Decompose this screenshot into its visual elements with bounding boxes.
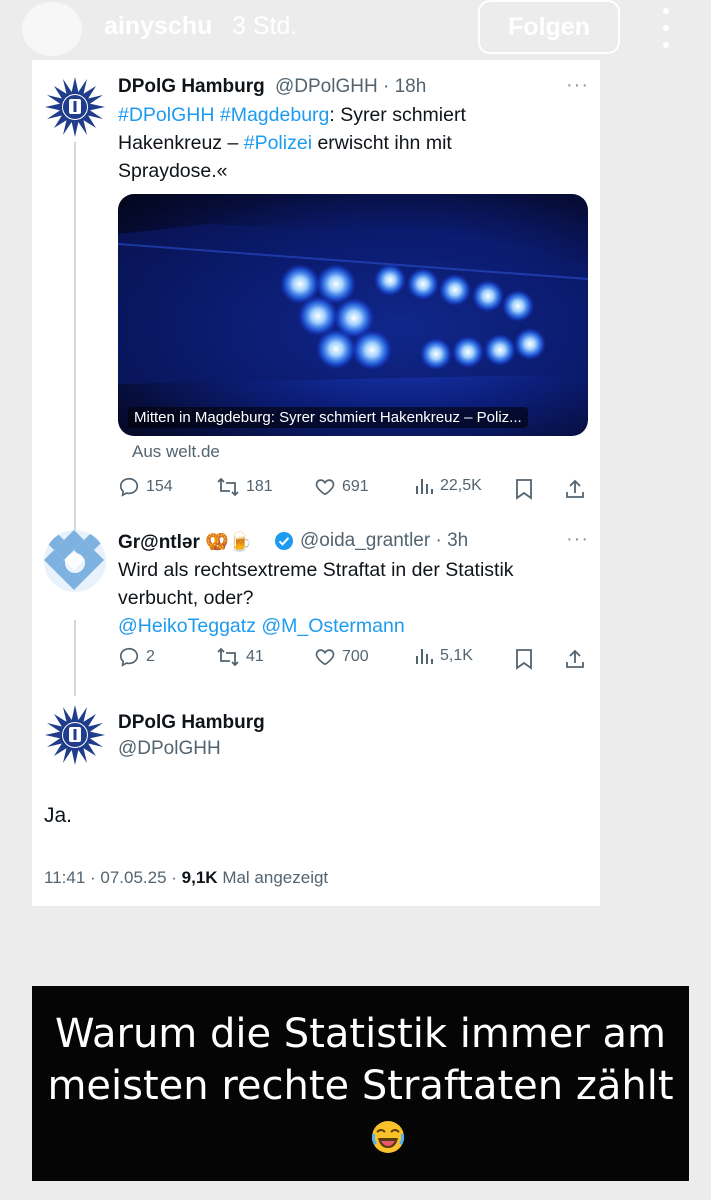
reply-button[interactable]: 154 (118, 476, 173, 498)
tweet2-mentions[interactable]: @HeikoTeggatz @M_Ostermann (118, 612, 588, 640)
like-icon (315, 479, 335, 496)
story-time: 3 Std. (232, 12, 298, 40)
hashtag-dpolghh[interactable]: #DPolGHH (118, 104, 214, 126)
like-icon (315, 649, 335, 666)
story-caption: Warum die Statistik immer am meisten rec… (32, 1008, 689, 1112)
views-count: 5,1K (440, 647, 473, 664)
like-count: 691 (342, 478, 369, 495)
tweet2-actions: 2 41 700 5,1K (118, 646, 588, 674)
tweet2-text: Wird als rechtsextreme Straftat in der S… (118, 556, 588, 640)
tweet1-name[interactable]: DPolG Hamburg (118, 76, 265, 98)
tweet3-timestamp[interactable]: 11:41 · 07.05.25 · (44, 868, 182, 887)
more-horizontal-icon[interactable]: ··· (566, 74, 589, 97)
bookmark-icon[interactable] (514, 648, 534, 670)
story-caption-box: Warum die Statistik immer am meisten rec… (32, 986, 689, 1181)
caption-line: meisten rechte Straftaten zählt (47, 1063, 674, 1109)
link-preview-image[interactable]: Mitten in Magdeburg: Syrer schmiert Hake… (118, 194, 588, 436)
story-header: ainyschu 3 Std. Folgen (0, 0, 711, 60)
share-icon[interactable] (564, 478, 586, 500)
tweet3-text: Ja. (44, 804, 73, 827)
follow-button[interactable]: Folgen (478, 0, 620, 54)
tweet1-actions: 154 181 691 22,5K (118, 476, 588, 504)
verified-icon (275, 532, 293, 550)
hashtag-magdeburg[interactable]: #Magdeburg (220, 104, 330, 126)
tweet1-text-part: erwischt ihn mit (312, 132, 452, 154)
views-icon (416, 479, 433, 494)
retweet-button[interactable]: 41 (216, 646, 264, 668)
thread-line (74, 620, 76, 696)
views-button[interactable]: 22,5K (414, 476, 482, 496)
like-button[interactable]: 691 (314, 476, 369, 498)
dpolg-avatar[interactable] (44, 76, 106, 138)
views-button[interactable]: 5,1K (414, 646, 473, 666)
tweet-thread-card: DPolG Hamburg @DPolGHH · 18h ··· #DPolGH… (32, 60, 600, 906)
tweet3-view-count: 9,1K (181, 868, 218, 887)
tweet1-text: #DPolGHH #Magdeburg: Syrer schmiert Hake… (118, 101, 588, 185)
tweet1-handle[interactable]: @DPolGHH · 18h (275, 76, 426, 98)
retweet-button[interactable]: 181 (216, 476, 273, 498)
tweet2-handle[interactable]: @oida_grantler · 3h (300, 530, 468, 552)
more-horizontal-icon[interactable]: ··· (566, 528, 589, 551)
story-username[interactable]: ainyschu (104, 12, 212, 41)
caption-line: Warum die Statistik immer am (55, 1011, 666, 1057)
views-count: 22,5K (440, 477, 482, 494)
tweet3-views-label: Mal angezeigt (217, 868, 329, 887)
thread-line (74, 142, 76, 552)
like-count: 700 (342, 648, 369, 665)
more-vert-icon[interactable] (656, 8, 676, 48)
share-icon[interactable] (564, 648, 586, 670)
bookmark-icon[interactable] (514, 478, 534, 500)
retweet-count: 41 (246, 648, 264, 665)
retweet-count: 181 (246, 478, 273, 495)
tweet3-name[interactable]: DPolG Hamburg (118, 712, 265, 734)
tweet1-text-part: Spraydose.« (118, 160, 228, 182)
tweet2-name[interactable]: Gr@ntlər 🥨🍺 (118, 530, 252, 554)
reply-icon (119, 477, 139, 497)
tweet1-text-part: Hakenkreuz – (118, 132, 244, 154)
hashtag-polizei[interactable]: #Polizei (244, 132, 312, 154)
tweet3-handle[interactable]: @DPolGHH (118, 738, 221, 760)
retweet-icon (217, 477, 239, 497)
tweet3-meta: 11:41 · 07.05.25 · 9,1K Mal angezeigt (44, 868, 328, 888)
reply-count: 2 (146, 648, 155, 665)
tweet1-text-part: : Syrer schmiert (329, 104, 466, 126)
dpolg-avatar[interactable] (44, 704, 106, 766)
tweet2-text-line: Wird als rechtsextreme Straftat in der S… (118, 559, 514, 581)
police-light-image (118, 224, 588, 384)
reply-button[interactable]: 2 (118, 646, 155, 668)
link-preview-caption[interactable]: Mitten in Magdeburg: Syrer schmiert Hake… (128, 407, 528, 428)
retweet-icon (217, 647, 239, 667)
tweet2-text-line: verbucht, oder? (118, 587, 254, 609)
reply-icon (119, 647, 139, 667)
like-button[interactable]: 700 (314, 646, 369, 668)
laughing-emoji-icon (371, 1121, 405, 1153)
grantler-avatar[interactable] (44, 530, 106, 592)
link-source: Aus welt.de (132, 442, 220, 461)
reply-count: 154 (146, 478, 173, 495)
views-icon (416, 649, 433, 664)
story-avatar[interactable] (22, 2, 82, 56)
